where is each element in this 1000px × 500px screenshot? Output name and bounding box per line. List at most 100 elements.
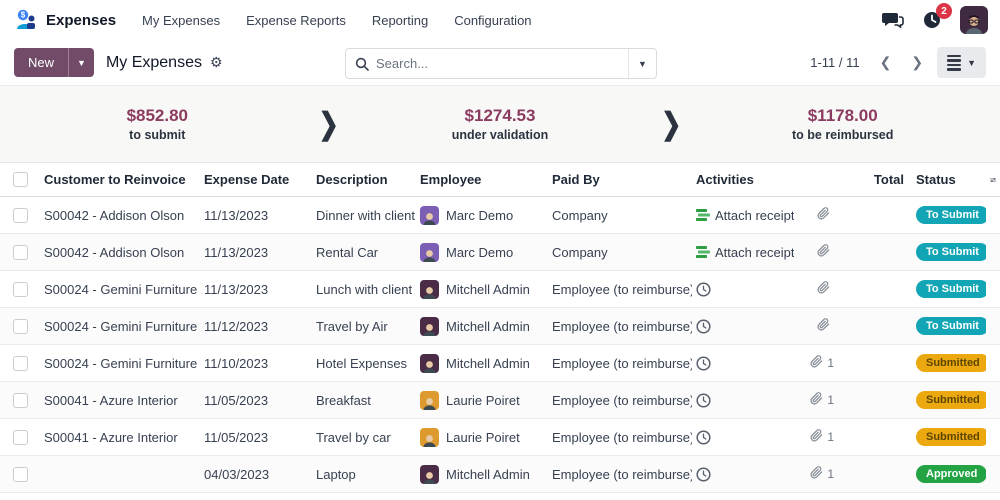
paid-by-cell: Employee (to reimburse) — [552, 318, 692, 334]
activity-label[interactable]: Attach receipt — [715, 208, 794, 223]
table-row[interactable]: S00042 - Addison Olson 11/13/2023 Dinner… — [0, 197, 1000, 234]
paid-by-cell: Employee (to reimburse) — [552, 355, 692, 371]
clock-activity-icon[interactable] — [696, 392, 711, 408]
employee-avatar — [420, 427, 439, 447]
new-button-label[interactable]: New — [14, 48, 69, 77]
header-paid-by[interactable]: Paid By — [548, 172, 692, 187]
select-all-checkbox[interactable] — [12, 172, 28, 187]
table-row[interactable]: 04/03/2023 Laptop Mitchell Admin Employe… — [0, 456, 1000, 493]
row-checkbox[interactable] — [12, 318, 28, 334]
activities-cell[interactable] — [692, 355, 794, 371]
table-row[interactable]: S00041 - Azure Interior 11/05/2023 Break… — [0, 382, 1000, 419]
table-row[interactable]: S00042 - Addison Olson 11/13/2023 Rental… — [0, 234, 1000, 271]
stat-under-validation[interactable]: $1274.53 under validation — [343, 106, 658, 142]
employee-avatar — [420, 242, 439, 262]
row-checkbox[interactable] — [12, 281, 28, 297]
attachment-cell: 1 — [794, 392, 838, 408]
status-badge: To Submit — [916, 243, 986, 261]
row-checkbox[interactable] — [12, 466, 28, 482]
table-row[interactable]: S00041 - Azure Interior 11/05/2023 Trave… — [0, 419, 1000, 456]
activities-cell[interactable]: Attach receipt — [692, 208, 794, 223]
row-checkbox[interactable] — [12, 429, 28, 445]
employee-avatar — [420, 279, 439, 299]
employee-name: Mitchell Admin — [446, 466, 530, 482]
employee-name: Laurie Poiret — [446, 429, 520, 445]
stat-to-submit[interactable]: $852.80 to submit — [0, 106, 315, 142]
activities-cell[interactable] — [692, 281, 794, 297]
chevron-right-icon: ❯ — [661, 107, 682, 141]
row-checkbox[interactable] — [12, 207, 28, 223]
search-filters-caret-icon[interactable]: ▼ — [628, 49, 656, 78]
activities-cell[interactable] — [692, 392, 794, 408]
clock-activity-icon[interactable] — [696, 318, 711, 334]
row-checkbox[interactable] — [12, 355, 28, 371]
header-activities[interactable]: Activities — [692, 172, 794, 187]
description-cell: Rental Car — [316, 244, 379, 260]
employee-avatar — [420, 464, 439, 484]
activities-clock-icon[interactable]: 2 — [922, 3, 952, 30]
description-cell: Travel by car — [316, 429, 391, 445]
menu-reporting[interactable]: Reporting — [372, 13, 428, 28]
expenses-app-icon[interactable]: $ — [12, 8, 38, 32]
status-badge: To Submit — [916, 317, 986, 335]
clock-activity-icon[interactable] — [696, 355, 711, 371]
view-switcher-button[interactable]: ▼ — [937, 47, 986, 78]
status-badge: Approved — [916, 465, 986, 483]
header-expense-date[interactable]: Expense Date — [200, 172, 312, 187]
expense-date-cell: 11/12/2023 — [204, 318, 269, 334]
clock-activity-icon[interactable] — [696, 429, 711, 445]
messages-icon[interactable] — [882, 11, 904, 29]
table-row[interactable]: S00024 - Gemini Furniture 11/10/2023 Hot… — [0, 345, 1000, 382]
adjust-columns-icon[interactable] — [986, 174, 1000, 186]
top-navbar: $ Expenses My Expenses Expense Reports R… — [0, 0, 1000, 40]
search-input[interactable] — [376, 56, 628, 71]
table-body: S00042 - Addison Olson 11/13/2023 Dinner… — [0, 197, 1000, 493]
table-row[interactable]: S00024 - Gemini Furniture 11/12/2023 Tra… — [0, 308, 1000, 345]
view-gear-icon[interactable]: ⚙ — [210, 54, 223, 71]
menu-expense-reports[interactable]: Expense Reports — [246, 13, 346, 28]
paperclip-icon — [817, 318, 830, 334]
header-status[interactable]: Status — [908, 172, 986, 187]
employee-cell: Mitchell Admin — [416, 353, 548, 373]
status-badge: Submitted — [916, 391, 986, 409]
activities-cell[interactable]: Attach receipt — [692, 245, 794, 260]
pager-next-icon[interactable]: ❯ — [905, 52, 929, 73]
description-cell: Travel by Air — [316, 318, 388, 334]
header-employee[interactable]: Employee — [416, 172, 548, 187]
table-row[interactable]: S00024 - Gemini Furniture 11/13/2023 Lun… — [0, 271, 1000, 308]
activity-label[interactable]: Attach receipt — [715, 245, 794, 260]
row-checkbox[interactable] — [12, 392, 28, 408]
control-panel: New ▼ My Expenses ⚙ ▼ 1-11 / 11 ❮ ❯ ▼ — [0, 40, 1000, 86]
employee-cell: Mitchell Admin — [416, 464, 548, 484]
status-badge: Submitted — [916, 354, 986, 372]
activities-cell[interactable] — [692, 466, 794, 482]
paid-by-cell: Company — [552, 207, 608, 223]
clock-activity-icon[interactable] — [696, 281, 711, 297]
stat-to-be-reimbursed[interactable]: $1178.00 to be reimbursed — [685, 106, 1000, 142]
attachment-cell: 1 — [794, 355, 838, 371]
new-dropdown-caret[interactable]: ▼ — [68, 48, 94, 77]
attach-receipt-activity-icon[interactable] — [696, 245, 710, 259]
header-description[interactable]: Description — [312, 172, 416, 187]
paid-by-cell: Employee (to reimburse) — [552, 392, 692, 408]
clock-activity-icon[interactable] — [696, 466, 711, 482]
app-name[interactable]: Expenses — [46, 12, 116, 29]
expense-date-cell: 04/03/2023 — [204, 466, 270, 482]
employee-cell: Marc Demo — [416, 205, 548, 225]
activity-count-badge: 2 — [936, 3, 952, 19]
employee-avatar — [420, 316, 439, 336]
menu-my-expenses[interactable]: My Expenses — [142, 13, 220, 28]
attach-receipt-activity-icon[interactable] — [696, 208, 710, 222]
description-cell: Hotel Expenses — [316, 355, 408, 371]
pager-prev-icon[interactable]: ❮ — [874, 52, 898, 73]
header-total[interactable]: Total — [838, 172, 908, 187]
activities-cell[interactable] — [692, 318, 794, 334]
menu-configuration[interactable]: Configuration — [454, 13, 531, 28]
new-button[interactable]: New ▼ — [14, 48, 94, 77]
user-avatar[interactable] — [960, 6, 988, 34]
paperclip-icon — [817, 281, 830, 297]
row-checkbox[interactable] — [12, 244, 28, 260]
header-customer[interactable]: Customer to Reinvoice — [40, 172, 200, 187]
activities-cell[interactable] — [692, 429, 794, 445]
expense-date-cell: 11/13/2023 — [204, 281, 269, 297]
